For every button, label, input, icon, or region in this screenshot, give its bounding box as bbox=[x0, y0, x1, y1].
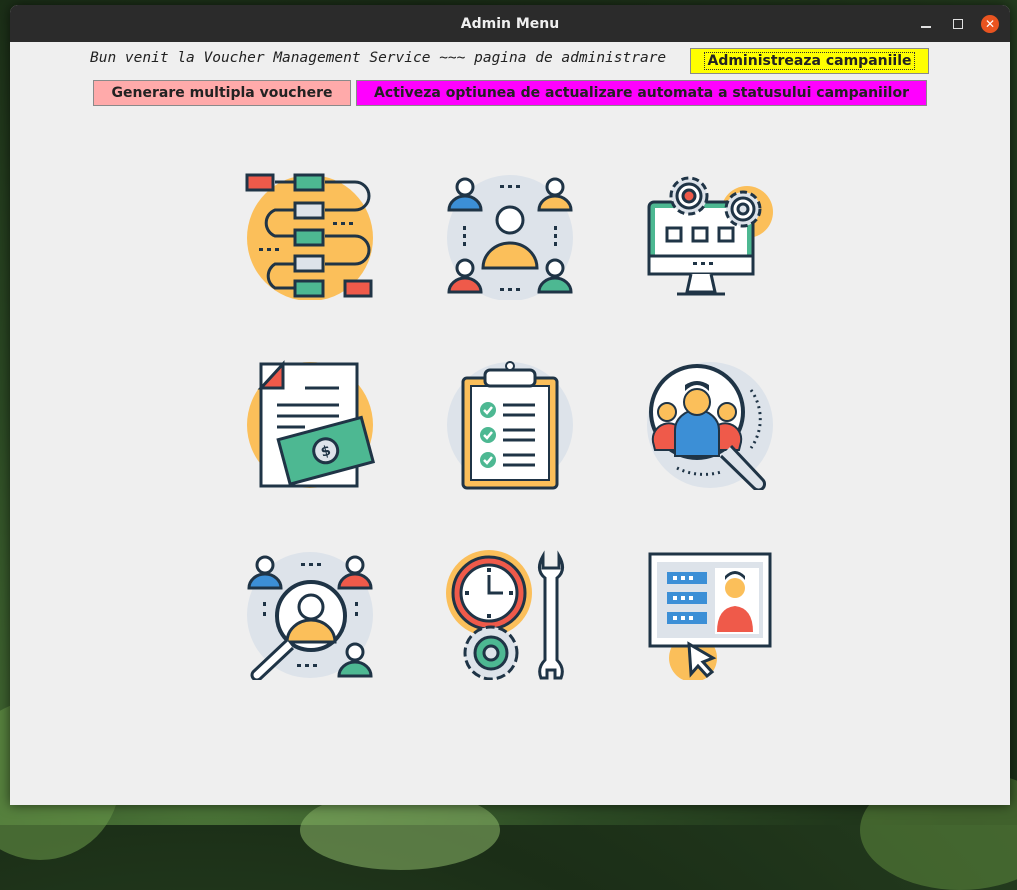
admin-menu-window: Admin Menu ✕ Bun venit la Voucher Manage… bbox=[10, 5, 1010, 805]
maximize-button[interactable] bbox=[944, 5, 972, 42]
title-bar: Admin Menu ✕ bbox=[10, 5, 1010, 42]
minimize-icon bbox=[921, 25, 931, 28]
manage-campaigns-label: Administreaza campaniile bbox=[704, 52, 915, 70]
computer-settings-icon bbox=[647, 176, 773, 296]
maximize-icon bbox=[953, 18, 963, 29]
checklist-icon bbox=[447, 361, 573, 490]
workflow-icon bbox=[245, 173, 373, 300]
user-search-network-icon bbox=[247, 552, 373, 680]
people-search-icon bbox=[647, 362, 773, 490]
team-network-icon bbox=[447, 175, 573, 300]
profile-presentation-icon bbox=[648, 552, 772, 680]
close-icon: ✕ bbox=[981, 14, 999, 33]
window-title: Admin Menu bbox=[460, 15, 560, 32]
minimize-button[interactable] bbox=[912, 5, 940, 42]
auto-status-button[interactable]: Activeza optiunea de actualizare automat… bbox=[356, 80, 927, 106]
bulk-vouchers-button[interactable]: Generare multipla vouchere bbox=[93, 80, 351, 106]
invoice-money-icon: $ bbox=[247, 360, 375, 488]
admin-content: Bun venit la Voucher Management Service … bbox=[10, 42, 1010, 805]
manage-campaigns-button[interactable]: Administreaza campaniile bbox=[690, 48, 929, 74]
welcome-label: Bun venit la Voucher Management Service … bbox=[90, 50, 667, 66]
time-tools-icon bbox=[446, 550, 564, 680]
close-button[interactable]: ✕ bbox=[976, 5, 1004, 42]
